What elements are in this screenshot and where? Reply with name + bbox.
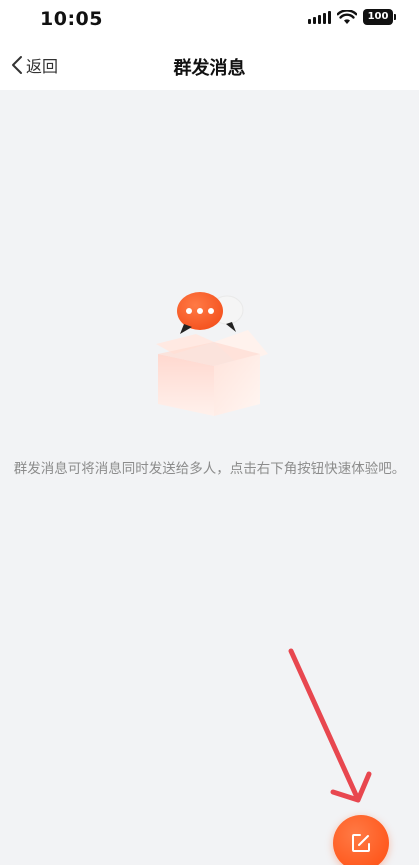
compose-fab-button[interactable] (333, 815, 389, 865)
chat-box-illustration (156, 292, 268, 416)
page-title: 群发消息 (173, 58, 246, 79)
battery-level: 100 (367, 11, 389, 22)
signal-icon (308, 10, 331, 24)
battery-icon: 100 (363, 9, 396, 25)
wifi-icon (337, 9, 357, 24)
status-time: 10:05 (40, 8, 103, 30)
edit-icon (352, 834, 370, 852)
screen: 10:05 100 返回 群发消息 群发消息可将消息同时发送给多人，点击右下角按… (0, 0, 419, 865)
status-bar: 10:05 100 (0, 0, 419, 40)
status-icons: 100 (308, 9, 396, 25)
nav-bar: 返回 群发消息 (0, 40, 419, 90)
annotation-arrow (288, 648, 372, 803)
empty-state-text: 群发消息可将消息同时发送给多人，点击右下角按钮快速体验吧。 (13, 461, 406, 477)
